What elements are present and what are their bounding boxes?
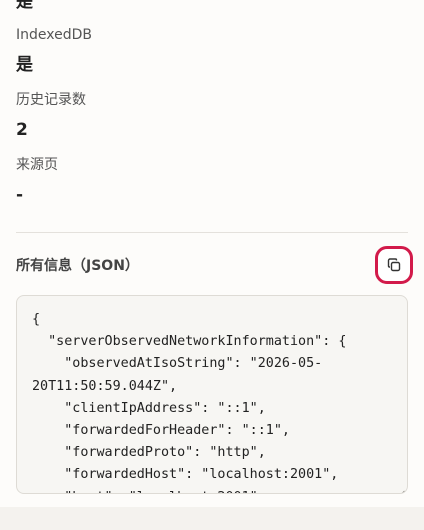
- json-section-title: 所有信息（JSON）: [16, 258, 139, 274]
- indexeddb-label: IndexedDB: [16, 27, 92, 43]
- referrer-value: -: [16, 185, 24, 205]
- section-divider: [16, 232, 408, 233]
- indexeddb-value: 是: [16, 55, 33, 75]
- json-content: { "serverObservedNetworkInformation": { …: [32, 312, 347, 493]
- resize-handle-icon[interactable]: [397, 483, 405, 493]
- device-info-panel: 是 IndexedDB 是 历史记录数 2 来源页 - 所有信息（JSON） {…: [0, 0, 424, 507]
- previous-field-value: 是: [16, 0, 33, 12]
- referrer-label: 来源页: [16, 157, 58, 173]
- copy-json-button[interactable]: [375, 246, 413, 284]
- history-count-label: 历史记录数: [16, 92, 86, 108]
- history-count-value: 2: [16, 120, 28, 140]
- copy-icon: [387, 258, 401, 272]
- json-textarea[interactable]: { "serverObservedNetworkInformation": { …: [16, 295, 408, 494]
